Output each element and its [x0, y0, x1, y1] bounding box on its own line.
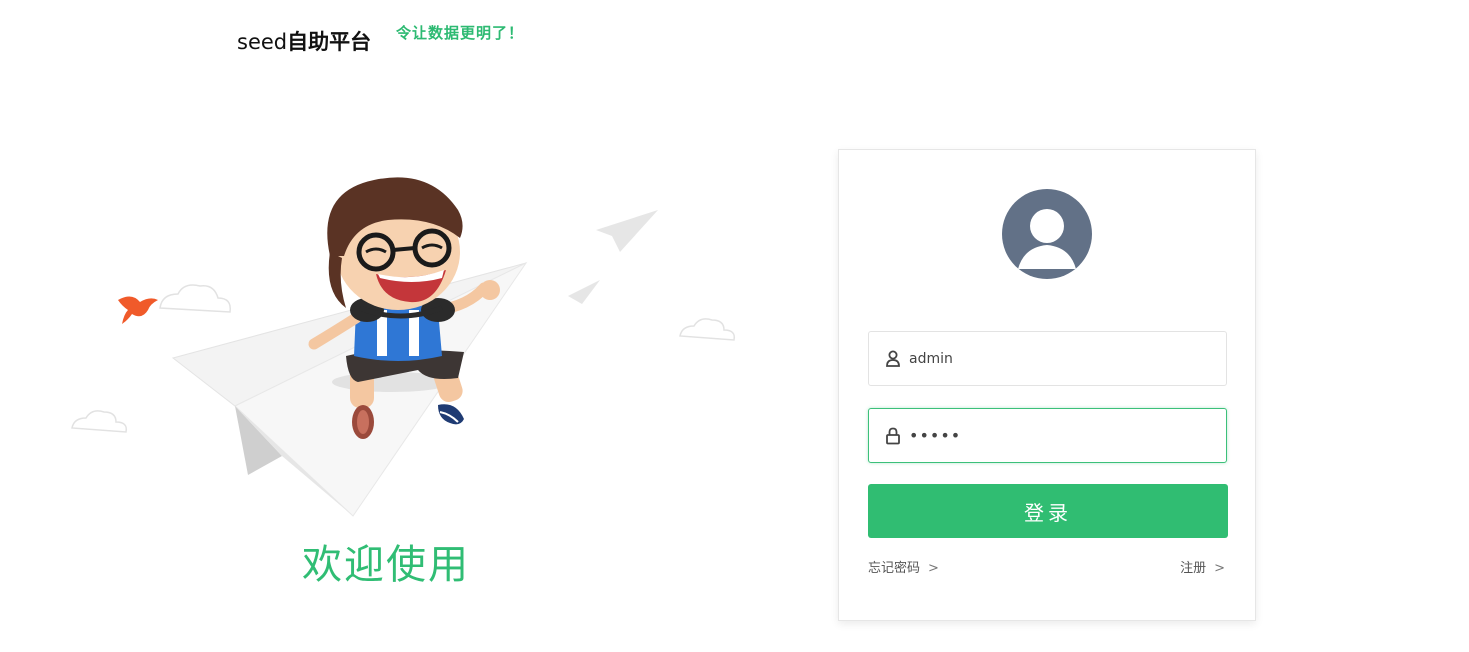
login-card: 登录 忘记密码 > 注册 >	[838, 149, 1256, 621]
user-icon	[886, 350, 900, 367]
login-button[interactable]: 登录	[868, 484, 1228, 538]
slogan: 令让数据更明了！	[396, 24, 525, 42]
username-input[interactable]	[909, 332, 1209, 385]
hero-illustration	[71, 177, 736, 517]
welcome-text: 欢迎使用	[302, 542, 470, 588]
register-label: 注册	[1180, 561, 1207, 576]
forgot-password-label: 忘记密码	[868, 561, 921, 576]
username-field[interactable]	[868, 331, 1227, 386]
brand-title: seed自助平台	[237, 26, 371, 56]
brand-suffix: 自助平台	[287, 30, 372, 54]
register-link[interactable]: 注册 >	[1180, 557, 1225, 576]
login-page: seed自助平台 令让数据更明了！ 欢迎使用 admin ••••• 登录 忘记…	[0, 0, 1469, 652]
brand-prefix: seed	[237, 30, 288, 54]
chevron-right-icon: >	[1214, 561, 1225, 576]
chevron-right-icon: >	[928, 561, 939, 576]
forgot-password-link[interactable]: 忘记密码 >	[868, 557, 939, 576]
password-field[interactable]	[868, 408, 1227, 463]
password-input[interactable]	[909, 409, 1209, 462]
lock-icon	[886, 427, 900, 445]
paper-plane-small	[568, 210, 658, 304]
avatar-icon	[1002, 189, 1092, 279]
bird-icon	[118, 296, 158, 324]
